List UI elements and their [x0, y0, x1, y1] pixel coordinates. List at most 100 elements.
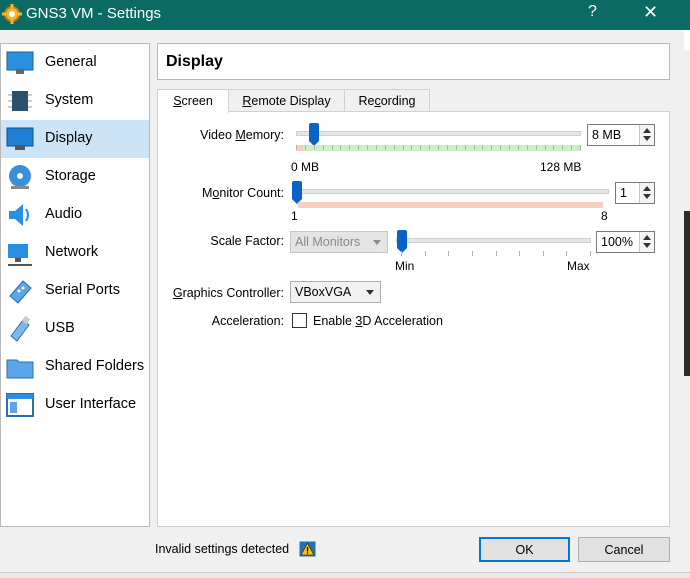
monitor-count-spin-buttons[interactable] — [639, 183, 654, 203]
video-memory-slider-thumb[interactable] — [309, 123, 319, 146]
monitor-count-min-label: 1 — [291, 209, 298, 223]
enable-3d-acceleration-label[interactable]: Enable 3D Acceleration — [313, 314, 443, 328]
window-title: GNS3 VM - Settings — [26, 5, 162, 22]
slider-tick — [385, 145, 386, 150]
sidebar-item-system[interactable]: System — [1, 82, 149, 120]
folder-icon — [6, 359, 34, 379]
slider-tick — [323, 145, 324, 150]
slider-tick — [527, 145, 528, 150]
display-icon — [6, 127, 34, 150]
close-button[interactable]: ✕ — [643, 2, 658, 23]
slider-tick — [545, 145, 546, 150]
network-icon — [8, 244, 32, 266]
slider-tick — [580, 145, 581, 150]
slider-tick — [305, 145, 306, 150]
video-memory-spinbox[interactable]: 8 MB — [587, 124, 655, 146]
video-memory-label: Video Memory: — [200, 128, 284, 142]
window-icon — [6, 393, 34, 417]
scale-factor-slider-track[interactable] — [396, 238, 591, 243]
slider-tick — [401, 251, 402, 256]
background-window-strip — [684, 30, 690, 578]
slider-tick — [566, 251, 567, 256]
slider-tick — [536, 145, 537, 150]
sidebar-item-shared-folders[interactable]: Shared Folders — [1, 348, 149, 386]
slider-tick — [519, 251, 520, 256]
serial-port-icon — [9, 280, 32, 304]
slider-tick — [394, 145, 395, 150]
slider-tick — [438, 145, 439, 150]
sidebar-item-display[interactable]: Display — [1, 120, 149, 158]
scale-factor-spin-buttons[interactable] — [639, 232, 654, 252]
scale-factor-slider-thumb[interactable] — [397, 230, 407, 253]
sidebar-item-serial-ports[interactable]: Serial Ports — [1, 272, 149, 310]
scale-factor-monitor-combo: All Monitors — [290, 231, 388, 253]
slider-tick — [496, 251, 497, 256]
monitor-count-spinbox[interactable]: 1 — [615, 182, 655, 204]
sidebar-item-audio[interactable]: Audio — [1, 196, 149, 234]
monitor-count-label: Monitor Count: — [202, 186, 284, 200]
disk-icon — [9, 165, 31, 189]
slider-tick — [571, 145, 572, 150]
slider-tick — [403, 145, 404, 150]
enable-3d-acceleration-checkbox[interactable] — [292, 313, 307, 328]
slider-tick — [420, 145, 421, 150]
monitor-count-slider-thumb[interactable] — [292, 181, 302, 204]
chevron-down-icon — [366, 290, 374, 295]
bottom-edge — [0, 572, 690, 578]
monitor-count-max-label: 8 — [601, 209, 608, 223]
monitor-count-range — [298, 202, 603, 208]
slider-tick — [491, 145, 492, 150]
slider-tick — [340, 145, 341, 150]
usb-icon — [10, 315, 31, 342]
speaker-icon — [9, 204, 29, 226]
graphics-controller-combo[interactable]: VBoxVGA — [290, 281, 381, 303]
slider-tick — [518, 145, 519, 150]
slider-tick — [429, 145, 430, 150]
acceleration-label: Acceleration: — [211, 314, 284, 328]
scale-factor-spinbox[interactable]: 100% — [596, 231, 655, 253]
slider-tick — [411, 145, 412, 150]
title-bar: GNS3 VM - Settings ? ✕ — [0, 0, 690, 30]
tab-recording[interactable]: Recording — [344, 89, 430, 112]
ok-button[interactable]: OK — [479, 537, 570, 562]
tab-screen[interactable]: Screen — [157, 89, 229, 113]
scale-factor-ticks — [401, 251, 591, 257]
page-header: Display — [157, 43, 670, 80]
invalid-settings-message: Invalid settings detected — [155, 542, 290, 556]
warning-icon[interactable] — [299, 541, 316, 557]
video-memory-ticks — [296, 145, 581, 151]
help-button[interactable]: ? — [588, 3, 597, 21]
chip-icon — [8, 91, 32, 111]
scale-factor-max-label: Max — [567, 259, 590, 273]
video-memory-slider-track[interactable] — [296, 131, 581, 136]
slider-tick — [448, 251, 449, 256]
slider-tick — [509, 145, 510, 150]
slider-tick — [376, 145, 377, 150]
slider-tick — [482, 145, 483, 150]
sidebar-item-user-interface[interactable]: User Interface — [1, 386, 149, 424]
graphics-controller-label: Graphics Controller: — [172, 286, 284, 300]
monitor-count-slider-track[interactable] — [293, 189, 609, 194]
sidebar-item-usb[interactable]: USB — [1, 310, 149, 348]
slider-tick — [314, 145, 315, 150]
slider-tick — [500, 145, 501, 150]
slider-tick — [447, 145, 448, 150]
tab-remote-display[interactable]: Remote Display — [228, 89, 345, 112]
slider-tick — [296, 145, 297, 150]
sidebar-item-network[interactable]: Network — [1, 234, 149, 272]
video-memory-max-label: 128 MB — [540, 160, 582, 174]
slider-tick — [349, 145, 350, 150]
slider-tick — [456, 145, 457, 150]
page-title: Display — [166, 53, 223, 70]
video-memory-min-label: 0 MB — [291, 160, 320, 174]
sidebar-item-storage[interactable]: Storage — [1, 158, 149, 196]
settings-sidebar: General System Display Storage Audio Net… — [0, 43, 150, 527]
video-memory-spin-buttons[interactable] — [639, 125, 654, 145]
slider-tick — [358, 145, 359, 150]
sidebar-item-general[interactable]: General — [1, 44, 149, 82]
slider-tick — [472, 251, 473, 256]
cancel-button[interactable]: Cancel — [578, 537, 670, 562]
slider-tick — [474, 145, 475, 150]
chevron-down-icon — [373, 240, 381, 245]
general-monitor-icon — [6, 51, 34, 74]
